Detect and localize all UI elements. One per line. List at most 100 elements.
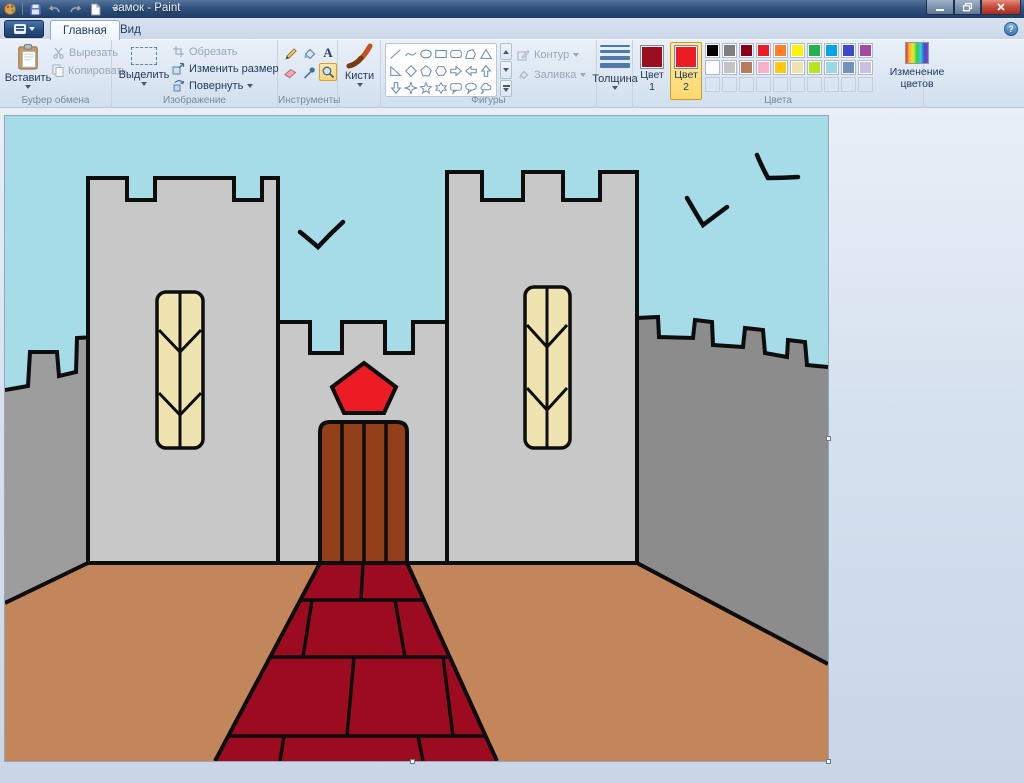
size-button[interactable]: Толщина <box>598 45 632 90</box>
palette-color-cell[interactable] <box>705 43 720 58</box>
help-button[interactable]: ? <box>1004 22 1018 36</box>
cut-button[interactable]: Вырезать <box>52 47 118 59</box>
minimize-button[interactable] <box>926 0 954 15</box>
palette-empty-cell[interactable] <box>705 77 720 92</box>
palette-color-cell[interactable] <box>739 60 754 75</box>
shapes-gallery <box>385 43 497 97</box>
shape-diamond[interactable] <box>403 62 418 79</box>
image-group-label: Изображение <box>112 95 277 106</box>
palette-color-cell[interactable] <box>858 60 873 75</box>
palette-color-cell[interactable] <box>807 60 822 75</box>
redo-button[interactable] <box>67 2 83 17</box>
palette-color-cell[interactable] <box>756 43 771 58</box>
palette-empty-cell[interactable] <box>773 77 788 92</box>
palette-color-cell[interactable] <box>858 43 873 58</box>
eraser-icon <box>283 65 297 79</box>
palette-empty-cell[interactable] <box>790 77 805 92</box>
shape-callout-cloud[interactable] <box>478 79 493 96</box>
shape-ellipse[interactable] <box>418 45 433 62</box>
palette-color-cell[interactable] <box>773 43 788 58</box>
resize-button[interactable]: Изменить размер <box>172 62 279 75</box>
shape-polygon[interactable] <box>463 45 478 62</box>
palette-empty-cell[interactable] <box>756 77 771 92</box>
shapes-scroll-up[interactable] <box>500 43 512 60</box>
palette-color-cell[interactable] <box>807 43 822 58</box>
shape-triangle[interactable] <box>478 45 493 62</box>
undo-button[interactable] <box>47 2 63 17</box>
palette-empty-cell[interactable] <box>739 77 754 92</box>
palette-empty-cell[interactable] <box>841 77 856 92</box>
shapes-scroll-down[interactable] <box>500 61 512 78</box>
tab-view[interactable]: Вид <box>108 20 153 40</box>
pencil-tool[interactable] <box>281 44 299 62</box>
shape-line[interactable] <box>388 45 403 62</box>
tools-group-label: Инструменты <box>278 95 337 106</box>
palette-empty-cell[interactable] <box>807 77 822 92</box>
magnifier-tool[interactable] <box>319 63 337 81</box>
save-button[interactable] <box>27 2 43 17</box>
fill-tool[interactable] <box>300 44 318 62</box>
shape-fill-button[interactable]: Заливка <box>517 68 586 81</box>
shape-callout-oval[interactable] <box>463 79 478 96</box>
palette-color-cell[interactable] <box>773 60 788 75</box>
paint-canvas[interactable] <box>5 116 828 761</box>
shape-arrow-left[interactable] <box>463 62 478 79</box>
edit-colors-button[interactable]: Изменение цветов <box>885 42 949 90</box>
select-button[interactable]: Выделить <box>120 43 168 86</box>
palette-color-cell[interactable] <box>739 43 754 58</box>
shape-arrow-right[interactable] <box>448 62 463 79</box>
text-tool[interactable]: A <box>319 44 337 62</box>
shape-star-4[interactable] <box>403 79 418 96</box>
shape-star-5[interactable] <box>418 79 433 96</box>
file-menu-caret-icon <box>29 27 35 31</box>
eraser-tool[interactable] <box>281 63 299 81</box>
paste-button[interactable]: Вставить <box>6 43 50 89</box>
fill-caret-icon <box>580 73 586 77</box>
window-controls <box>926 0 1021 15</box>
color-picker-tool[interactable] <box>300 63 318 81</box>
shape-right-triangle[interactable] <box>388 62 403 79</box>
shape-rounded-rectangle[interactable] <box>448 45 463 62</box>
palette-color-cell[interactable] <box>790 43 805 58</box>
shape-curve[interactable] <box>403 45 418 62</box>
shape-pentagon[interactable] <box>418 62 433 79</box>
new-document-icon[interactable] <box>87 2 103 17</box>
palette-color-cell[interactable] <box>824 43 839 58</box>
palette-color-cell[interactable] <box>841 60 856 75</box>
group-brushes: Кисти <box>338 40 381 108</box>
shape-arrow-up[interactable] <box>478 62 493 79</box>
shape-rectangle[interactable] <box>433 45 448 62</box>
brushes-button[interactable]: Кисти <box>342 43 377 87</box>
brushes-caret-icon <box>357 83 363 87</box>
shape-star-6[interactable] <box>433 79 448 96</box>
crop-button[interactable]: Обрезать <box>172 45 238 58</box>
palette-color-cell[interactable] <box>756 60 771 75</box>
restore-button[interactable] <box>954 0 981 15</box>
palette-color-cell[interactable] <box>705 60 720 75</box>
rotate-icon <box>172 79 185 92</box>
palette-empty-cell[interactable] <box>722 77 737 92</box>
palette-color-cell[interactable] <box>722 43 737 58</box>
paint-logo-icon[interactable] <box>2 2 18 17</box>
color1-button[interactable]: Цвет 1 <box>636 42 668 100</box>
canvas-resize-handle-right[interactable] <box>826 436 831 441</box>
rotate-button[interactable]: Повернуть <box>172 79 253 92</box>
shape-hexagon[interactable] <box>433 62 448 79</box>
shape-outline-button[interactable]: Контур <box>517 48 579 61</box>
palette-color-cell[interactable] <box>722 60 737 75</box>
group-shapes: Контур Заливка Фигуры <box>381 40 597 108</box>
file-menu-button[interactable] <box>4 20 44 38</box>
canvas-resize-handle-corner[interactable] <box>826 759 831 764</box>
palette-empty-cell[interactable] <box>858 77 873 92</box>
resize-icon <box>172 62 185 75</box>
shape-callout-rounded[interactable] <box>448 79 463 96</box>
close-button[interactable] <box>981 0 1021 15</box>
color2-button[interactable]: Цвет 2 <box>670 42 702 100</box>
palette-color-cell[interactable] <box>841 43 856 58</box>
shape-arrow-down[interactable] <box>388 79 403 96</box>
palette-color-cell[interactable] <box>790 60 805 75</box>
outline-icon <box>517 48 530 61</box>
palette-color-cell[interactable] <box>824 60 839 75</box>
palette-empty-cell[interactable] <box>824 77 839 92</box>
canvas-resize-handle-bottom[interactable] <box>410 759 415 764</box>
